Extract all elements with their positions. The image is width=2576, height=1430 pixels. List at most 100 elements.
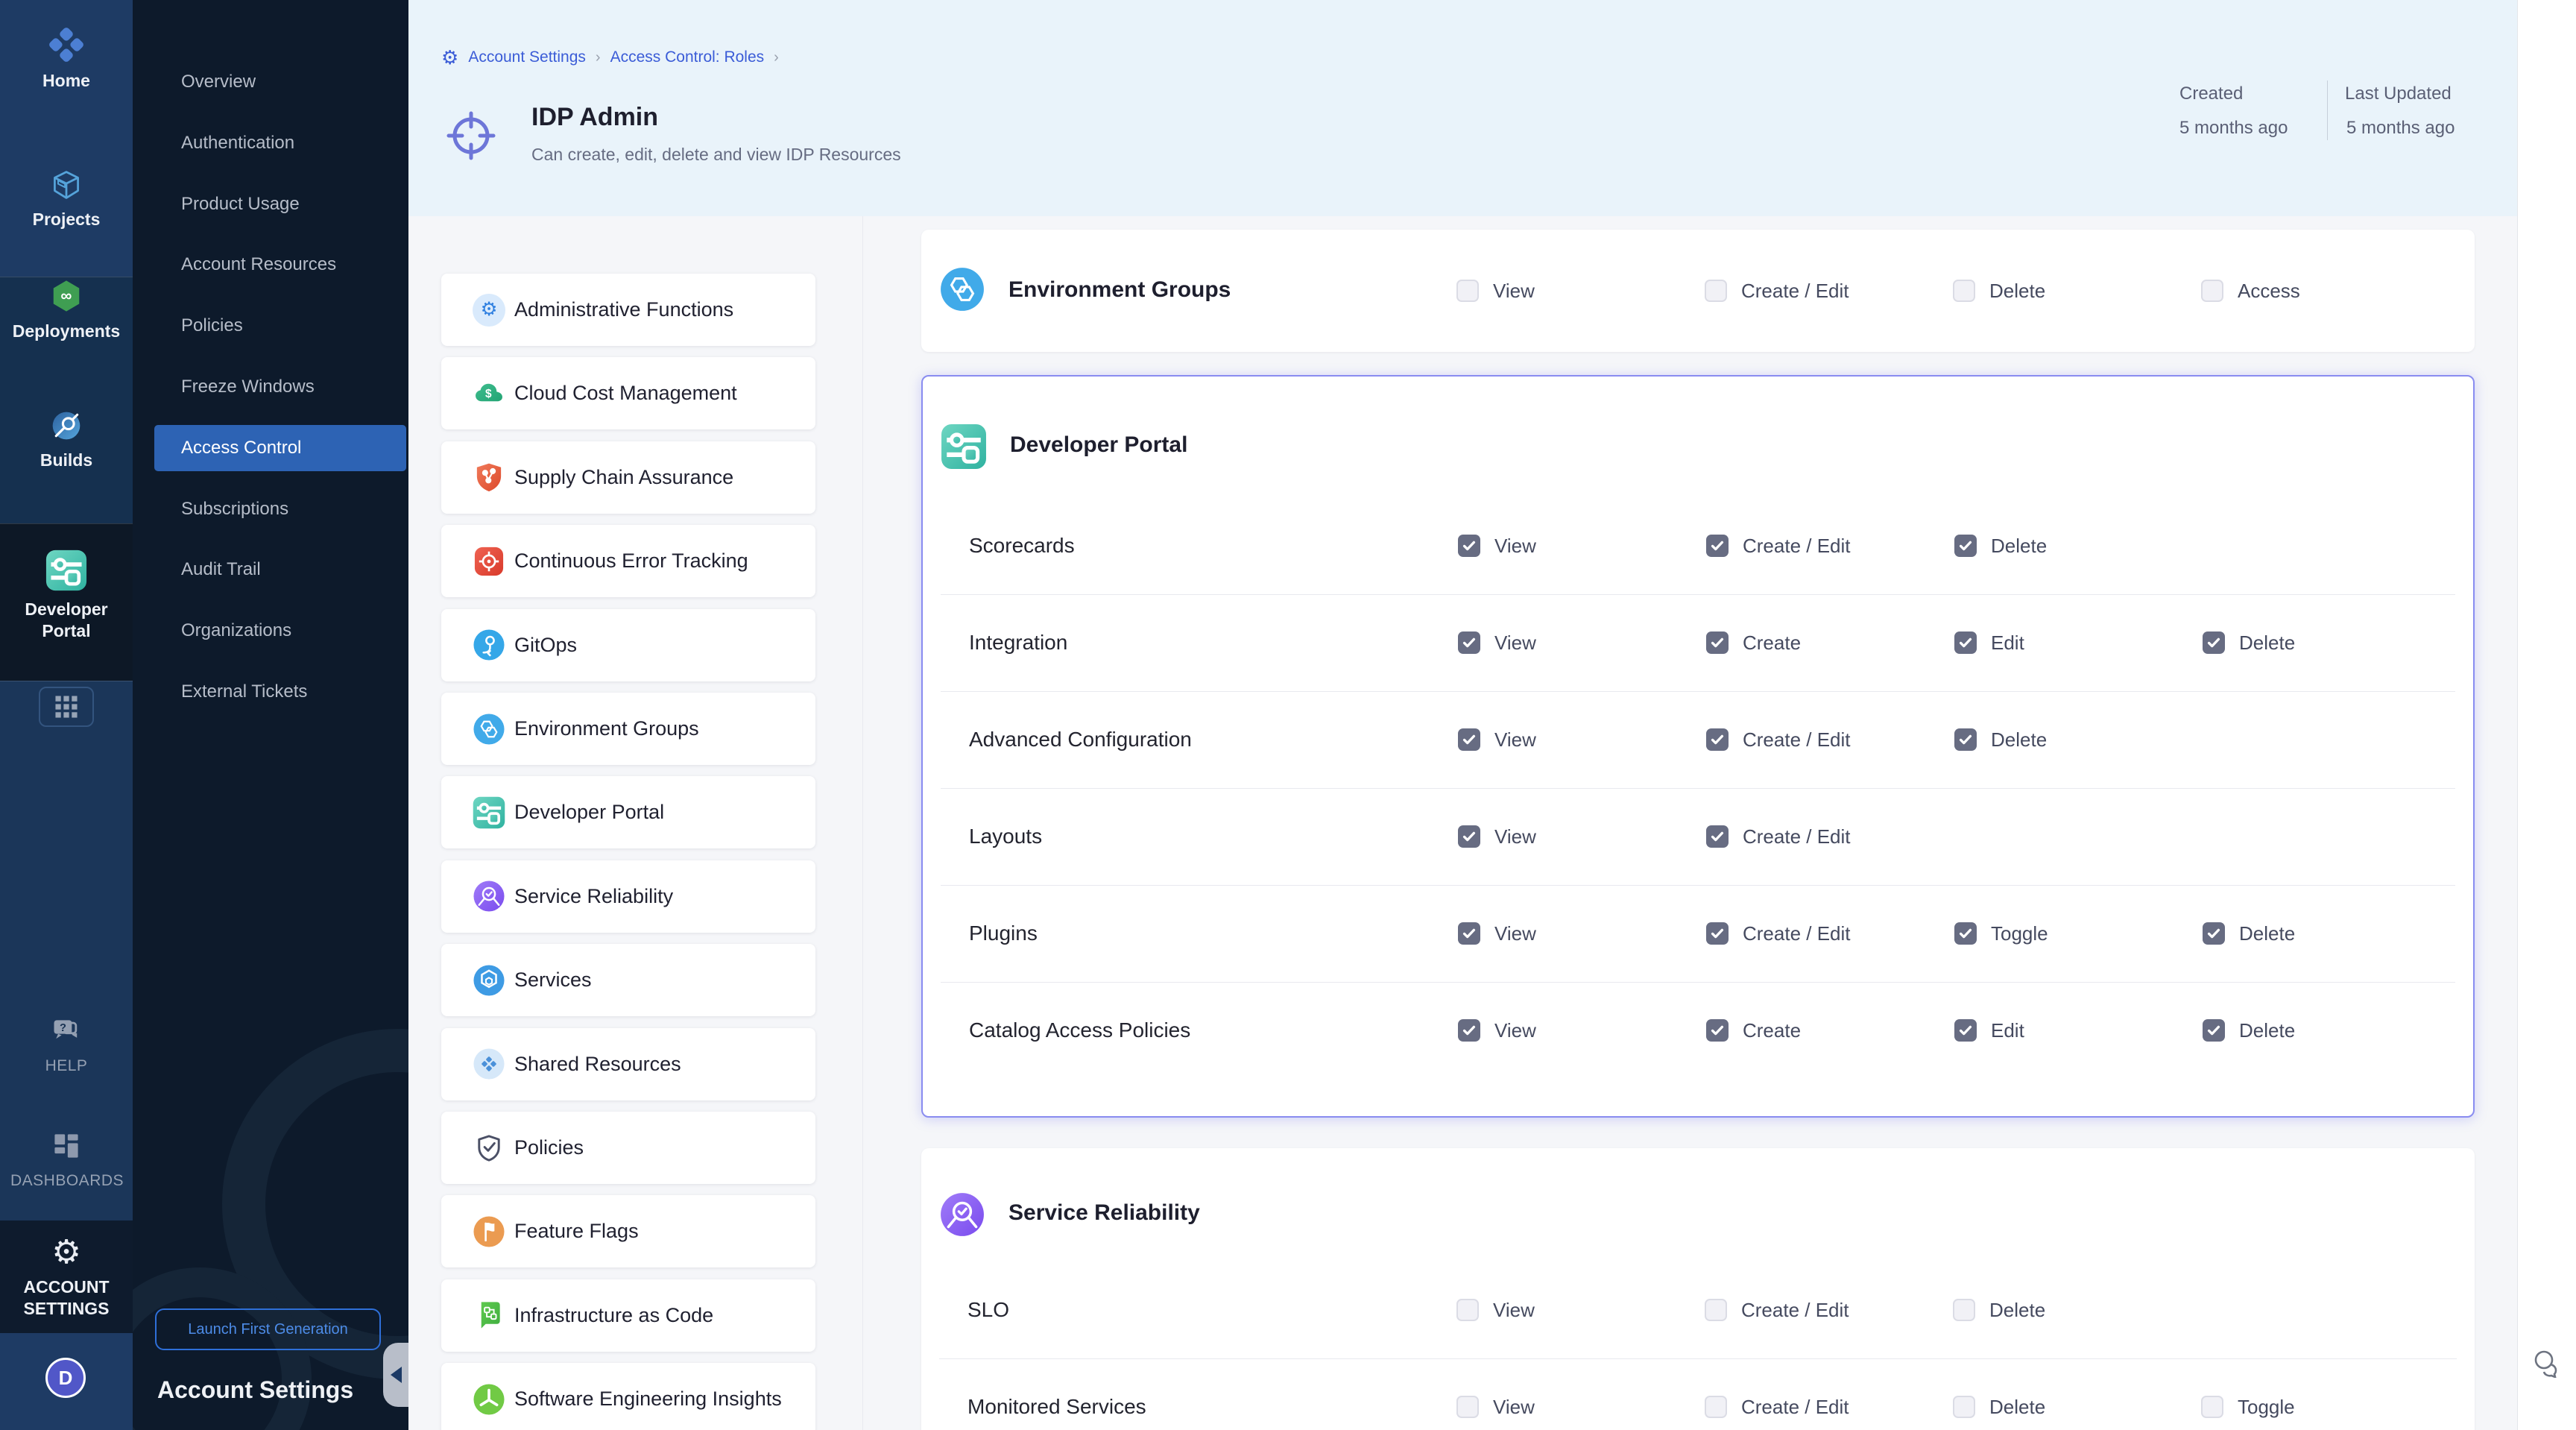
permission-checkbox[interactable] [1456,1299,1479,1321]
permission-checkbox[interactable] [1458,825,1480,848]
launch-first-generation-button[interactable]: Launch First Generation [155,1308,381,1350]
permission-checkbox[interactable] [1954,535,1977,557]
resource-card-environment-groups[interactable]: Environment Groups [441,693,815,765]
permission-checkbox[interactable] [1706,728,1729,751]
permission-checkbox[interactable] [1706,535,1729,557]
rail-item-deployments[interactable]: ∞Deployments [0,279,133,342]
rail-item-builds[interactable]: Builds [0,409,133,471]
resource-card-feature-flags[interactable]: Feature Flags [441,1195,815,1267]
permission-checkbox[interactable] [1953,280,1975,302]
rail-item-account-settings[interactable]: ⚙ACCOUNT SETTINGS [0,1236,133,1320]
permission-create-edit[interactable]: Create / Edit [1706,885,1851,982]
permission-checkbox[interactable] [1706,631,1729,654]
permission-checkbox[interactable] [1705,1299,1727,1321]
resource-card-gitops[interactable]: GitOps [441,609,815,681]
permission-checkbox[interactable] [1458,535,1480,557]
permission-toggle[interactable]: Toggle [2201,1358,2295,1430]
permission-checkbox[interactable] [1954,631,1977,654]
module-picker-button[interactable] [39,687,94,727]
rail-item-home[interactable]: Home [0,27,133,92]
permission-view[interactable]: View [1456,1358,1535,1430]
sidebar-item-authentication[interactable]: Authentication [154,120,406,166]
breadcrumb-link[interactable]: Access Control: Roles [610,48,765,66]
permission-edit[interactable]: Edit [1954,982,2024,1079]
permission-view[interactable]: View [1456,230,1535,352]
permission-create-edit[interactable]: Create / Edit [1705,230,1849,352]
permission-checkbox[interactable] [1954,1019,1977,1042]
permission-edit[interactable]: Edit [1954,594,2024,691]
permission-delete[interactable]: Delete [2203,885,2295,982]
permission-delete[interactable]: Delete [1954,691,2047,788]
support-chat-icon[interactable] [2531,1346,2563,1382]
permission-delete[interactable]: Delete [2203,982,2295,1079]
permission-checkbox[interactable] [1456,280,1479,302]
rail-item-developer-portal[interactable]: Developer Portal [0,549,133,642]
permission-delete[interactable]: Delete [2203,594,2295,691]
sidebar-collapse-handle[interactable] [383,1343,408,1407]
permission-delete[interactable]: Delete [1953,1358,2045,1430]
permission-checkbox[interactable] [1458,922,1480,945]
sidebar-item-access-control[interactable]: Access Control [154,425,406,471]
permission-checkbox[interactable] [1458,728,1480,751]
permission-delete[interactable]: Delete [1953,230,2045,352]
permission-create-edit[interactable]: Create / Edit [1705,1262,1849,1358]
avatar[interactable]: D [45,1358,86,1398]
permission-checkbox[interactable] [1706,922,1729,945]
sidebar-item-policies[interactable]: Policies [154,303,406,349]
sidebar-item-product-usage[interactable]: Product Usage [154,181,406,227]
permission-checkbox[interactable] [1458,1019,1480,1042]
rail-item-help[interactable]: ?HELP [0,1015,133,1077]
permission-create-edit[interactable]: Create / Edit [1706,497,1851,594]
permission-checkbox[interactable] [1705,1396,1727,1418]
resource-card-policies[interactable]: Policies [441,1112,815,1184]
permission-view[interactable]: View [1458,982,1536,1079]
permission-checkbox[interactable] [1458,631,1480,654]
permission-view[interactable]: View [1456,1262,1535,1358]
permission-checkbox[interactable] [1706,1019,1729,1042]
permission-view[interactable]: View [1458,788,1536,885]
permission-checkbox[interactable] [2203,922,2225,945]
sidebar-item-account-resources[interactable]: Account Resources [154,242,406,288]
permission-checkbox[interactable] [2203,1019,2225,1042]
sidebar-item-overview[interactable]: Overview [154,59,406,105]
sidebar-item-audit-trail[interactable]: Audit Trail [154,547,406,593]
rail-item-dashboards[interactable]: DASHBOARDS [0,1130,133,1191]
resource-card-continuous-error-tracking[interactable]: Continuous Error Tracking [441,525,815,597]
resource-card-developer-portal[interactable]: Developer Portal [441,776,815,848]
permission-create[interactable]: Create [1706,982,1801,1079]
permission-access[interactable]: Access [2201,230,2300,352]
permission-create-edit[interactable]: Create / Edit [1706,691,1851,788]
resource-card-software-engineering-insights[interactable]: Software Engineering Insights [441,1363,815,1430]
resource-card-supply-chain-assurance[interactable]: Supply Chain Assurance [441,441,815,514]
breadcrumb-link[interactable]: Account Settings [468,48,586,66]
permission-checkbox[interactable] [1953,1396,1975,1418]
permission-checkbox[interactable] [2201,280,2223,302]
sidebar-item-external-tickets[interactable]: External Tickets [154,669,406,715]
sidebar-item-organizations[interactable]: Organizations [154,608,406,654]
resource-card-administrative-functions[interactable]: ⚙Administrative Functions [441,274,815,346]
permission-view[interactable]: View [1458,497,1536,594]
permission-checkbox[interactable] [1954,728,1977,751]
permission-checkbox[interactable] [2201,1396,2223,1418]
permission-create[interactable]: Create [1706,594,1801,691]
sidebar-item-freeze-windows[interactable]: Freeze Windows [154,364,406,410]
resource-card-service-reliability[interactable]: Service Reliability [441,860,815,933]
permission-checkbox[interactable] [1954,922,1977,945]
resource-card-shared-resources[interactable]: Shared Resources [441,1028,815,1100]
permission-checkbox[interactable] [2203,631,2225,654]
rail-item-projects[interactable]: Projects [0,168,133,230]
permission-view[interactable]: View [1458,885,1536,982]
permission-toggle[interactable]: Toggle [1954,885,2048,982]
permission-checkbox[interactable] [1705,280,1727,302]
permission-create-edit[interactable]: Create / Edit [1706,788,1851,885]
permission-view[interactable]: View [1458,594,1536,691]
permission-checkbox[interactable] [1953,1299,1975,1321]
resource-card-infrastructure-as-code[interactable]: Infrastructure as Code [441,1279,815,1352]
permission-checkbox[interactable] [1456,1396,1479,1418]
resource-card-services[interactable]: Services [441,944,815,1016]
sidebar-item-subscriptions[interactable]: Subscriptions [154,486,406,532]
permission-view[interactable]: View [1458,691,1536,788]
permission-delete[interactable]: Delete [1954,497,2047,594]
permission-create-edit[interactable]: Create / Edit [1705,1358,1849,1430]
permission-delete[interactable]: Delete [1953,1262,2045,1358]
